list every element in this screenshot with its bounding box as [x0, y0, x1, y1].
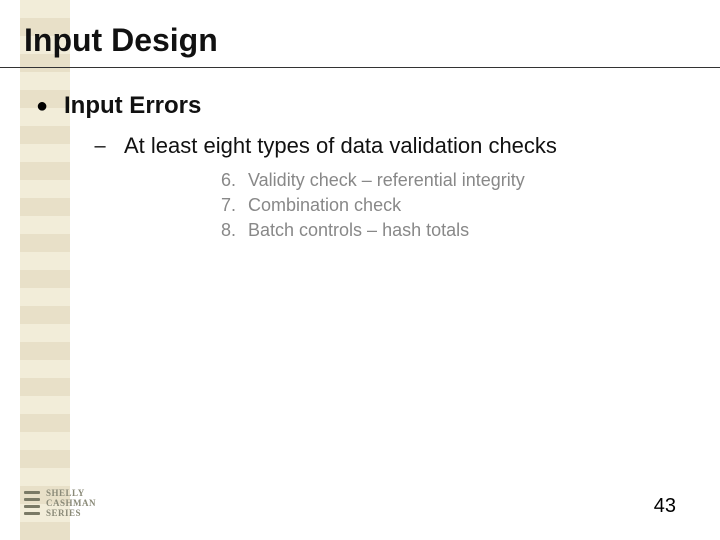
item-text: Validity check – referential integrity — [238, 170, 525, 191]
item-text: Combination check — [238, 195, 401, 216]
sub-bullet-row: – At least eight types of data validatio… — [90, 132, 690, 160]
list-item: 8. Batch controls – hash totals — [210, 220, 690, 241]
item-number: 6. — [210, 170, 238, 191]
series-logo: SHELLY CASHMAN SERIES — [24, 488, 96, 518]
bullet-row: ● Input Errors — [30, 92, 690, 120]
dash-icon: – — [90, 132, 110, 160]
logo-text: SHELLY CASHMAN SERIES — [46, 488, 96, 518]
item-number: 7. — [210, 195, 238, 216]
slide-title: Input Design — [0, 0, 720, 68]
bullet-icon: ● — [30, 92, 54, 120]
item-text: Batch controls – hash totals — [238, 220, 469, 241]
logo-line-1: SHELLY — [46, 488, 96, 498]
list-item: 6. Validity check – referential integrit… — [210, 170, 690, 191]
sub-bullet-label: At least eight types of data validation … — [110, 132, 557, 160]
slide: Input Design ● Input Errors – At least e… — [0, 0, 720, 540]
sub-bullet-block: – At least eight types of data validatio… — [30, 120, 690, 241]
bullet-label: Input Errors — [54, 92, 201, 120]
list-item: 7. Combination check — [210, 195, 690, 216]
numbered-items: 6. Validity check – referential integrit… — [90, 160, 690, 241]
slide-body: ● Input Errors – At least eight types of… — [0, 68, 720, 241]
logo-line-2: CASHMAN — [46, 498, 96, 508]
logo-bars-icon — [24, 489, 40, 517]
page-number: 43 — [654, 495, 676, 518]
item-number: 8. — [210, 220, 238, 241]
logo-line-3: SERIES — [46, 508, 96, 518]
